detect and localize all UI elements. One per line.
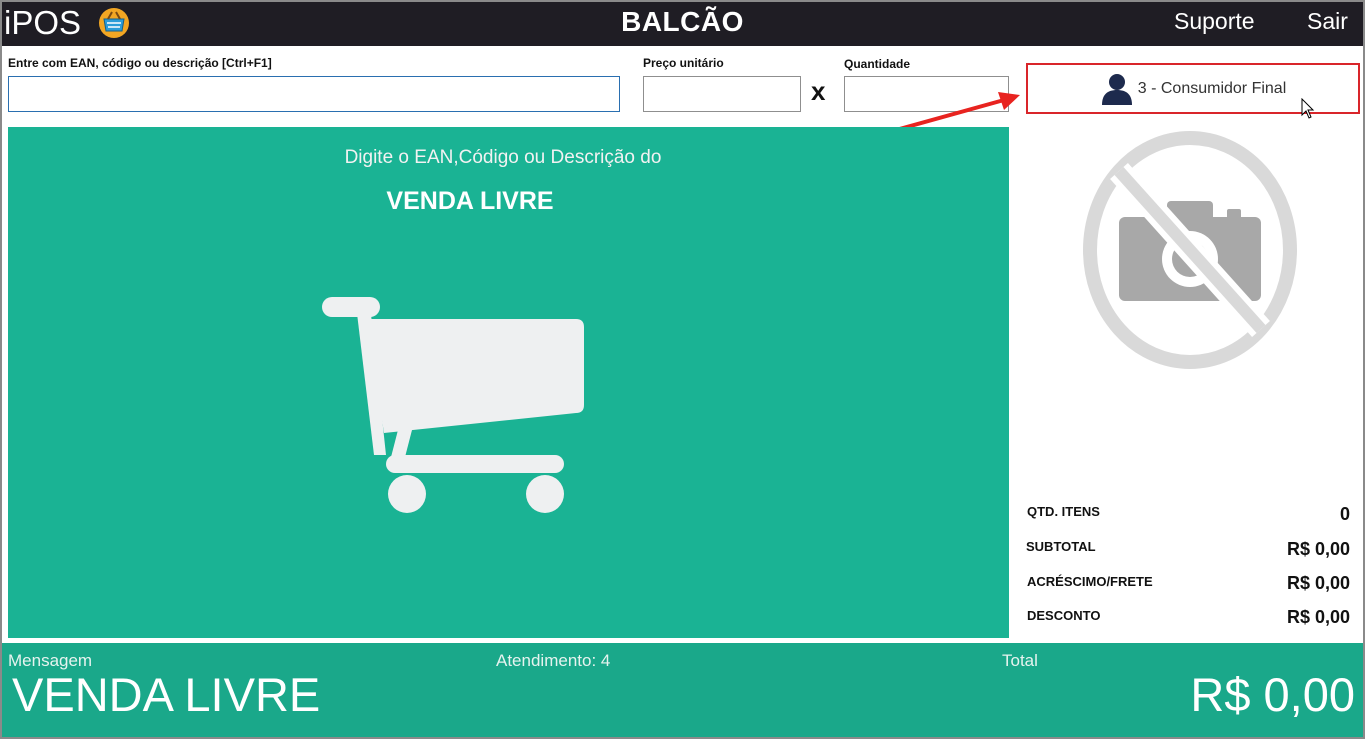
price-input[interactable]: [643, 76, 801, 112]
subtotal-label: SUBTOTAL: [1026, 539, 1096, 554]
acrescimo-label: ACRÉSCIMO/FRETE: [1027, 574, 1153, 589]
qtd-itens-label: QTD. ITENS: [1027, 504, 1100, 519]
user-icon: [1101, 73, 1132, 105]
page-title: BALCÃO: [621, 6, 744, 37]
total-label: Total: [1002, 651, 1038, 670]
sair-link[interactable]: Sair: [1307, 8, 1348, 35]
qtd-itens-value: 0: [1339, 504, 1350, 524]
total-value: R$ 0,00: [1190, 668, 1355, 721]
search-label: Entre com EAN, código ou descrição [Ctrl…: [8, 56, 272, 70]
cart-icon: [322, 297, 584, 513]
header-bar: iPOS BALCÃO Suporte Sair: [2, 2, 1363, 46]
mouse-cursor-icon: [1301, 98, 1315, 119]
no-camera-icon: [1083, 131, 1297, 369]
panel-heading: VENDA LIVRE: [386, 187, 554, 215]
subtotal-value: R$ 0,00: [1286, 539, 1350, 559]
suporte-link[interactable]: Suporte: [1174, 8, 1255, 35]
desconto-value: R$ 0,00: [1286, 607, 1350, 627]
mensagem-value: VENDA LIVRE: [12, 668, 321, 721]
quantity-label: Quantidade: [844, 57, 911, 71]
multiply-sign: x: [811, 76, 826, 106]
search-input[interactable]: [8, 76, 620, 112]
footer-bar: Mensagem VENDA LIVRE Atendimento: 4 Tota…: [2, 643, 1363, 737]
atendimento-label: Atendimento: 4: [496, 651, 611, 670]
acrescimo-value: R$ 0,00: [1286, 573, 1350, 593]
product-panel: Digite o EAN,Código ou Descrição do VEND…: [8, 127, 1009, 638]
customer-label: 3 - Consumidor Final: [1137, 79, 1287, 97]
price-label: Preço unitário: [643, 56, 724, 70]
desconto-label: DESCONTO: [1027, 608, 1101, 623]
panel-prompt: Digite o EAN,Código ou Descrição do: [344, 147, 662, 168]
